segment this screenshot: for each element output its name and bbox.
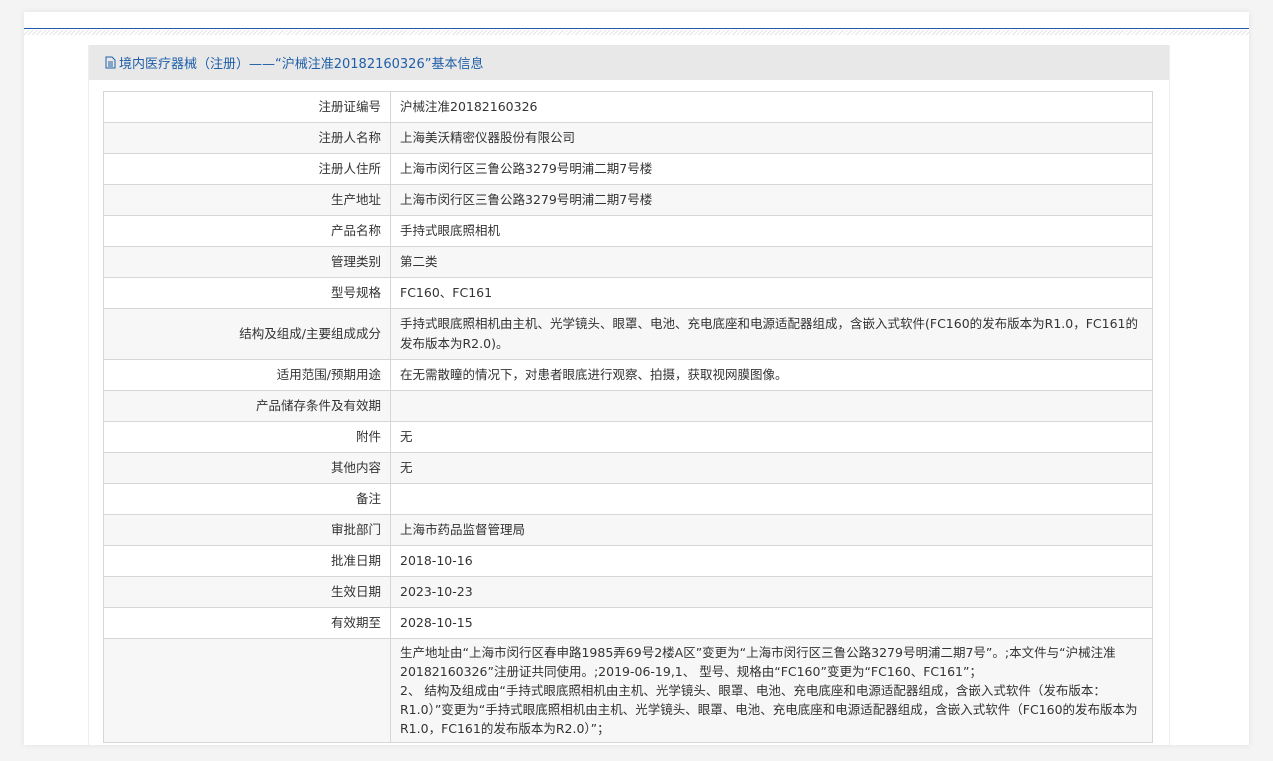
field-value: 2018-10-16 xyxy=(390,545,1153,577)
table-row: 生产地址由“上海市闵行区春申路1985弄69号2楼A区”变更为“上海市闵行区三鲁… xyxy=(103,638,1153,743)
table-row: 适用范围/预期用途 在无需散瞳的情况下，对患者眼底进行观察、拍摄，获取视网膜图像。 xyxy=(103,359,1153,391)
page-card: 境内医疗器械（注册）——“沪械注准20182160326”基本信息 注册证编号沪… xyxy=(24,12,1249,745)
table-row: 注册证编号 沪械注准20182160326 xyxy=(103,91,1153,123)
field-label: 附件 xyxy=(103,421,391,453)
table-row: 产品储存条件及有效期 xyxy=(103,390,1153,422)
field-label: 其他内容 xyxy=(103,452,391,484)
field-value: 上海市闵行区三鲁公路3279号明浦二期7号楼 xyxy=(390,153,1153,185)
field-value: 在无需散瞳的情况下，对患者眼底进行观察、拍摄，获取视网膜图像。 xyxy=(390,359,1153,391)
field-value: 无 xyxy=(390,452,1153,484)
field-value xyxy=(390,483,1153,515)
field-value: 生产地址由“上海市闵行区春申路1985弄69号2楼A区”变更为“上海市闵行区三鲁… xyxy=(390,638,1153,743)
field-label: 注册人名称 xyxy=(103,122,391,154)
panel-title: 境内医疗器械（注册）——“沪械注准20182160326”基本信息 xyxy=(119,57,484,72)
info-table: 注册证编号 沪械注准20182160326 注册人名称 上海美沃精密仪器股份有限公司注… xyxy=(103,91,1153,743)
table-row: 注册人住所 上海市闵行区三鲁公路3279号明浦二期7号楼 xyxy=(103,153,1153,185)
table-row: 附件无 xyxy=(103,421,1153,453)
field-label: 型号规格 xyxy=(103,277,391,309)
field-value: 无 xyxy=(390,421,1153,453)
field-label: 注册人住所 xyxy=(103,153,391,185)
table-row: 有效期至 2028-10-15 xyxy=(103,607,1153,639)
field-value: 上海美沃精密仪器股份有限公司 xyxy=(390,122,1153,154)
field-label: 管理类别 xyxy=(103,246,391,278)
table-row: 结构及组成/主要组成成分 手持式眼底照相机由主机、光学镜头、眼罩、电池、充电底座和… xyxy=(103,308,1153,360)
info-panel: 境内医疗器械（注册）——“沪械注准20182160326”基本信息 注册证编号沪… xyxy=(88,45,1170,745)
table-row: 其他内容无 xyxy=(103,452,1153,484)
top-divider xyxy=(24,28,1249,29)
field-label: 审批部门 xyxy=(103,514,391,546)
field-value: 第二类 xyxy=(390,246,1153,278)
field-value: 2028-10-15 xyxy=(390,607,1153,639)
table-row: 注册人名称 上海美沃精密仪器股份有限公司 xyxy=(103,122,1153,154)
field-label: 产品名称 xyxy=(103,215,391,247)
hatch-divider xyxy=(24,30,1249,35)
field-label: 批准日期 xyxy=(103,545,391,577)
field-label: 有效期至 xyxy=(103,607,391,639)
table-row: 产品名称 手持式眼底照相机 xyxy=(103,215,1153,247)
table-row: 审批部门 上海市药品监督管理局 xyxy=(103,514,1153,546)
table-row: 生效日期 2023-10-23 xyxy=(103,576,1153,608)
document-icon xyxy=(105,56,116,69)
field-value: 沪械注准20182160326 xyxy=(390,91,1153,123)
table-row: 型号规格 FC160、FC161 xyxy=(103,277,1153,309)
panel-header: 境内医疗器械（注册）——“沪械注准20182160326”基本信息 xyxy=(89,45,1169,80)
table-row: 批准日期 2018-10-16 xyxy=(103,545,1153,577)
field-label: 产品储存条件及有效期 xyxy=(103,390,391,422)
field-label: 生效日期 xyxy=(103,576,391,608)
field-value: 上海市闵行区三鲁公路3279号明浦二期7号楼 xyxy=(390,184,1153,216)
field-label: 备注 xyxy=(103,483,391,515)
field-value: 手持式眼底照相机 xyxy=(390,215,1153,247)
table-row: 生产地址 上海市闵行区三鲁公路3279号明浦二期7号楼 xyxy=(103,184,1153,216)
field-value: 2023-10-23 xyxy=(390,576,1153,608)
field-label: 结构及组成/主要组成成分 xyxy=(103,308,391,360)
field-value: 上海市药品监督管理局 xyxy=(390,514,1153,546)
field-value: FC160、FC161 xyxy=(390,277,1153,309)
table-row: 备注 xyxy=(103,483,1153,515)
field-value xyxy=(390,390,1153,422)
field-label: 注册证编号 xyxy=(103,91,391,123)
field-label: 生产地址 xyxy=(103,184,391,216)
field-label xyxy=(103,638,391,743)
field-label: 适用范围/预期用途 xyxy=(103,359,391,391)
field-value: 手持式眼底照相机由主机、光学镜头、眼罩、电池、充电底座和电源适配器组成，含嵌入式… xyxy=(390,308,1153,360)
table-row: 管理类别 第二类 xyxy=(103,246,1153,278)
